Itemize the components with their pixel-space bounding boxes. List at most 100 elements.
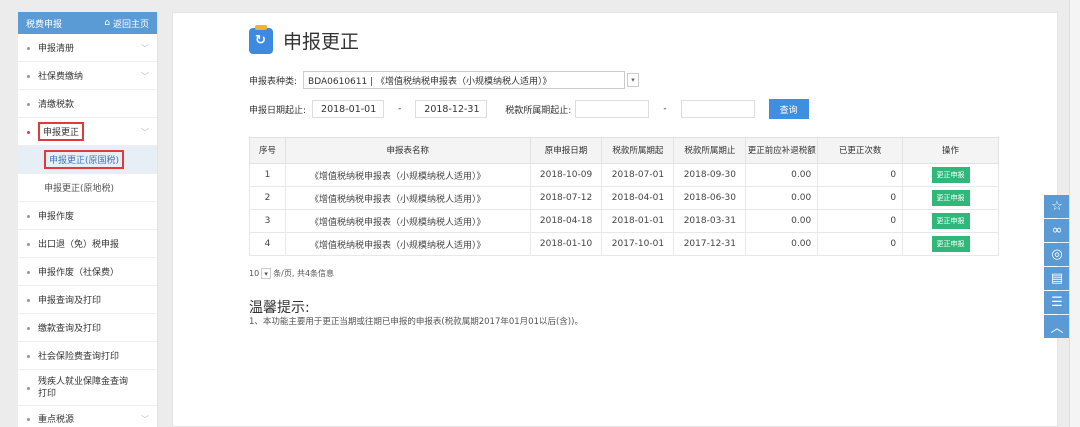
- report-type-value: BDA0610611 | 《增值税纳税申报表（小规模纳税人适用）》: [308, 76, 552, 87]
- pager: 10 ▾ 条/页, 共4条信息: [249, 268, 334, 279]
- sidebar-subitem[interactable]: 申报更正(原国税): [18, 146, 157, 174]
- chevron-down-icon[interactable]: ﹀: [141, 414, 149, 425]
- sidebar-subitem[interactable]: 申报更正(原地税): [18, 174, 157, 202]
- cell-end: 2018-03-31: [673, 209, 747, 233]
- correction-icon: [249, 24, 273, 54]
- cell-start: 2018-07-01: [601, 163, 675, 187]
- cell-amount: 0.00: [745, 163, 819, 187]
- chevron-down-icon[interactable]: ﹀: [141, 127, 149, 138]
- date-end-value: 2018-12-31: [424, 103, 480, 115]
- arrow-up-icon[interactable]: ︿: [1044, 315, 1070, 338]
- cell-start: 2018-04-01: [601, 186, 675, 210]
- correct-declaration-button[interactable]: 更正申报: [931, 167, 970, 183]
- date-start-input[interactable]: 2018-01-01: [312, 100, 385, 118]
- bullet-icon: [27, 354, 30, 358]
- sidebar-item[interactable]: 申报清册 ﹀: [18, 34, 157, 62]
- cell-amount: 0.00: [745, 232, 819, 256]
- cell-no: 2: [249, 186, 286, 210]
- cell-no: 3: [249, 209, 286, 233]
- date-range-label: 申报日期起止:: [249, 105, 307, 116]
- sidebar-menu: 申报清册 ﹀ 社保费缴纳 ﹀ 清缴税款申报更正 ﹀ 申报更正(原国税) 申报更正(原地税) 申报…: [18, 34, 157, 427]
- weibo-icon[interactable]: ◎: [1044, 243, 1070, 266]
- sidebar-item[interactable]: 社会保险费查询打印: [18, 342, 157, 370]
- pager-info: 条/页, 共4条信息: [273, 269, 335, 278]
- sidebar-item-label: 社保费缴纳: [38, 72, 84, 82]
- sidebar-item[interactable]: 重点税源 ﹀: [18, 406, 157, 427]
- sidebar-item-label: 缴款查询及打印: [38, 324, 102, 334]
- sidebar-title: 税费申报: [26, 19, 63, 30]
- scrollbar[interactable]: [1069, 0, 1080, 427]
- sidebar-item[interactable]: 清缴税款: [18, 90, 157, 118]
- sidebar-item[interactable]: 出口退（免）税申报: [18, 230, 157, 258]
- sidebar-item[interactable]: 缴款查询及打印: [18, 314, 157, 342]
- cell-date: 2018-01-10: [529, 232, 603, 256]
- cell-action: 更正申报: [902, 186, 999, 210]
- col-header-action: 操作: [902, 137, 999, 164]
- sidebar-item[interactable]: 残疾人就业保障金查询打印: [18, 370, 157, 406]
- cell-amount: 0.00: [745, 186, 819, 210]
- cell-date: 2018-04-18: [529, 209, 603, 233]
- cell-action: 更正申报: [902, 209, 999, 233]
- bullet-icon: [27, 242, 30, 246]
- cell-no: 1: [249, 163, 286, 187]
- period-start-input[interactable]: [575, 100, 650, 118]
- floating-toolbar: ☆ ∞ ◎ ▤ ☰ ︿: [1044, 195, 1070, 339]
- col-header-amount: 更正前应补退税额: [745, 137, 819, 164]
- cell-date: 2018-10-09: [529, 163, 603, 187]
- sidebar-item-label: 重点税源: [38, 415, 75, 425]
- sidebar-header: 税费申报 ⌂ 返回主页: [18, 12, 157, 34]
- sidebar-item-label: 申报作废（社保费）: [38, 268, 120, 278]
- cell-count: 0: [817, 186, 904, 210]
- date-separator: -: [398, 104, 402, 114]
- cell-action: 更正申报: [902, 232, 999, 256]
- bullet-icon: [27, 270, 30, 274]
- correct-declaration-button[interactable]: 更正申报: [931, 213, 970, 229]
- cell-name: 《增值税纳税申报表（小规模纳税人适用）》: [284, 163, 531, 187]
- sidebar-item[interactable]: 社保费缴纳 ﹀: [18, 62, 157, 90]
- cell-end: 2018-09-30: [673, 163, 747, 187]
- col-header-name: 申报表名称: [284, 137, 531, 164]
- document-icon[interactable]: ☰: [1044, 291, 1070, 314]
- date-range-row: 申报日期起止: 2018-01-01 - 2018-12-31 税款所属期起止:…: [249, 99, 809, 119]
- period-range-label: 税款所属期起止:: [505, 105, 572, 116]
- bullet-icon: [27, 298, 30, 302]
- page-size-value: 10: [249, 269, 260, 278]
- message-icon[interactable]: ▤: [1044, 267, 1070, 290]
- cell-start: 2018-01-01: [601, 209, 675, 233]
- chevron-down-icon[interactable]: ▾: [627, 73, 640, 87]
- sidebar-item-label: 申报查询及打印: [38, 296, 102, 306]
- query-button[interactable]: 查询: [768, 99, 809, 119]
- report-type-label: 申报表种类:: [249, 76, 298, 87]
- star-icon[interactable]: ☆: [1044, 195, 1070, 218]
- tips-title: 温馨提示:: [249, 300, 310, 316]
- period-separator: -: [663, 104, 667, 114]
- cell-count: 0: [817, 232, 904, 256]
- page-header: 申报更正: [249, 24, 360, 54]
- date-end-input[interactable]: 2018-12-31: [415, 100, 488, 118]
- declaration-table: 序号 申报表名称 原申报日期 税款所属期起 税款所属期止 更正前应补退税额 已更…: [249, 137, 999, 256]
- sidebar-item[interactable]: 申报作废（社保费）: [18, 258, 157, 286]
- period-end-input[interactable]: [680, 100, 755, 118]
- sidebar-item[interactable]: 申报查询及打印: [18, 286, 157, 314]
- table-row: 2 《增值税纳税申报表（小规模纳税人适用）》 2018-07-12 2018-04-0…: [249, 186, 999, 210]
- cell-no: 4: [249, 232, 286, 256]
- return-home-label: 返回主页: [112, 19, 149, 30]
- report-type-select[interactable]: BDA0610611 | 《增值税纳税申报表（小规模纳税人适用）》: [303, 71, 626, 89]
- return-home-link[interactable]: ⌂ 返回主页: [104, 17, 149, 30]
- page-size-dropdown[interactable]: ▾: [261, 268, 272, 279]
- sidebar-item[interactable]: 申报更正 ﹀: [18, 118, 157, 146]
- link-icon[interactable]: ∞: [1044, 219, 1070, 242]
- sidebar: 税费申报 ⌂ 返回主页 申报清册 ﹀ 社保费缴纳 ﹀ 清缴税款申报更正 ﹀ 申报更正(原国税…: [18, 12, 158, 427]
- sidebar-subitem-label: 申报更正(原地税): [44, 184, 115, 194]
- correct-declaration-button[interactable]: 更正申报: [931, 190, 970, 206]
- table-row: 1 《增值税纳税申报表（小规模纳税人适用）》 2018-10-09 2018-07-0…: [249, 163, 999, 187]
- sidebar-item-label: 申报清册: [38, 44, 75, 54]
- cell-count: 0: [817, 209, 904, 233]
- page-title: 申报更正: [283, 31, 360, 53]
- chevron-down-icon[interactable]: ﹀: [141, 71, 149, 82]
- sidebar-item-label: 清缴税款: [38, 100, 75, 110]
- bullet-icon: [27, 130, 30, 134]
- sidebar-item[interactable]: 申报作废: [18, 202, 157, 230]
- chevron-down-icon[interactable]: ﹀: [141, 43, 149, 54]
- correct-declaration-button[interactable]: 更正申报: [931, 236, 970, 252]
